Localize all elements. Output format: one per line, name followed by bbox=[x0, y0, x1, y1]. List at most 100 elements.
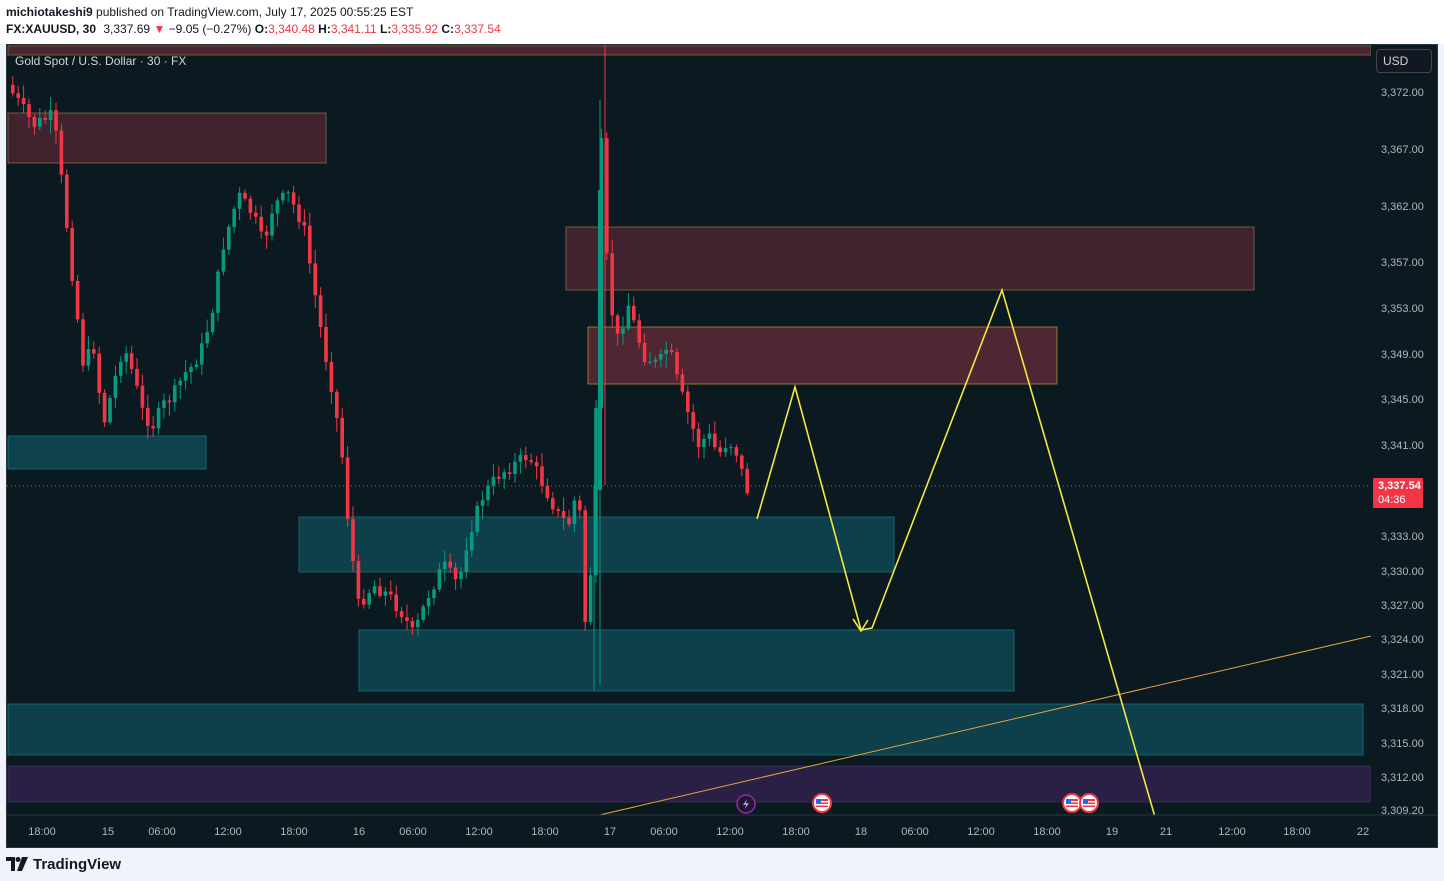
candle-body bbox=[335, 391, 339, 418]
time-axis-label: 21 bbox=[1160, 826, 1172, 838]
time-axis[interactable]: 18:00 15 06:00 12:00 18:00 16 06:00 12:00 18:00 1… bbox=[7, 814, 1438, 848]
time-axis-label: 17 bbox=[604, 826, 616, 838]
candle-body bbox=[615, 315, 620, 334]
current-price-badge: 3,337.54 04:36 bbox=[1373, 478, 1423, 508]
candle-body bbox=[189, 366, 193, 373]
candle-body bbox=[362, 598, 366, 605]
candle-body bbox=[167, 400, 172, 403]
candle-body bbox=[578, 500, 582, 511]
time-axis-label: 12:00 bbox=[214, 826, 242, 838]
price-axis-label: 3,324.00 bbox=[1381, 634, 1424, 646]
candle-body bbox=[318, 295, 323, 328]
candle-body bbox=[691, 411, 695, 429]
price-axis-label: 3,357.00 bbox=[1381, 257, 1424, 269]
candle-body bbox=[588, 575, 593, 622]
tradingview-logo[interactable]: TradingView bbox=[6, 852, 121, 876]
candle-body bbox=[497, 476, 501, 479]
time-axis-label: 19 bbox=[1106, 826, 1118, 838]
candle-body bbox=[518, 455, 523, 462]
candle-body bbox=[653, 359, 658, 362]
supply-zone[interactable] bbox=[7, 45, 1372, 56]
us-flag-icon[interactable] bbox=[1079, 793, 1099, 813]
candle-body bbox=[248, 198, 253, 213]
candle-body bbox=[437, 569, 442, 590]
chart-canvas[interactable]: 3,372.00 3,367.00 3,362.00 3,357.00 3,353.00… bbox=[7, 45, 1438, 848]
candle-body bbox=[70, 228, 74, 281]
candle-body bbox=[621, 328, 625, 334]
us-flag-icon[interactable] bbox=[812, 793, 832, 813]
price-axis-label: 3,321.00 bbox=[1381, 669, 1424, 681]
candle-body bbox=[340, 417, 344, 458]
price-axis-label: 3,341.00 bbox=[1381, 440, 1424, 452]
price-axis-label: 3,312.00 bbox=[1381, 772, 1424, 784]
candle-body bbox=[675, 352, 679, 375]
brand-name: TradingView bbox=[33, 855, 122, 873]
candle-body bbox=[232, 208, 236, 227]
candle-body bbox=[227, 226, 231, 250]
candle-body bbox=[324, 327, 328, 363]
candle-body bbox=[680, 374, 685, 392]
candle-body bbox=[389, 591, 393, 595]
time-axis-label: 22 bbox=[1357, 826, 1369, 838]
demand-zone[interactable] bbox=[7, 435, 207, 470]
candle-body bbox=[86, 349, 91, 366]
candle-body bbox=[108, 397, 112, 423]
candle-body bbox=[135, 368, 139, 386]
chart-area[interactable]: 3,372.00 3,367.00 3,362.00 3,357.00 3,353.00… bbox=[6, 44, 1438, 848]
candle-body bbox=[448, 561, 452, 568]
candle-body bbox=[453, 567, 458, 580]
candle-body bbox=[313, 263, 317, 296]
candle-body bbox=[399, 611, 404, 618]
demand-zone[interactable] bbox=[358, 629, 1015, 692]
close-label: C: bbox=[441, 22, 455, 36]
candle-body bbox=[178, 380, 182, 386]
time-axis-label: 16 bbox=[353, 826, 365, 838]
time-axis-label: 12:00 bbox=[716, 826, 744, 838]
lightning-icon[interactable] bbox=[736, 794, 756, 814]
candle-body bbox=[237, 192, 242, 209]
candle-body bbox=[529, 460, 533, 463]
candle-body bbox=[507, 472, 512, 474]
candle-body bbox=[16, 93, 20, 99]
candle-body bbox=[659, 353, 663, 360]
candle-body bbox=[686, 391, 690, 412]
publish-header: michiotakeshi9 published on TradingView.… bbox=[0, 0, 1444, 44]
supply-zone[interactable] bbox=[587, 326, 1058, 385]
candle-body bbox=[119, 361, 123, 376]
purple-zone[interactable] bbox=[7, 765, 1372, 803]
candle-body bbox=[745, 468, 749, 494]
us-flag-icon[interactable] bbox=[1062, 793, 1082, 813]
demand-zone[interactable] bbox=[7, 703, 1364, 756]
publish-info: michiotakeshi9 published on TradingView.… bbox=[6, 5, 413, 19]
price-axis[interactable]: 3,372.00 3,367.00 3,362.00 3,357.00 3,353.00… bbox=[1371, 45, 1438, 848]
candle-body bbox=[702, 438, 706, 448]
currency-button[interactable]: USD bbox=[1376, 49, 1432, 73]
candle-body bbox=[102, 392, 107, 423]
time-axis-label: 18:00 bbox=[28, 826, 56, 838]
price-axis-label: 3,330.00 bbox=[1381, 566, 1424, 578]
candle-body bbox=[524, 455, 528, 461]
candle-body bbox=[491, 476, 496, 486]
supply-zone[interactable] bbox=[565, 226, 1255, 291]
candle-body bbox=[286, 192, 290, 194]
candle-body bbox=[598, 190, 602, 490]
candle-body bbox=[637, 320, 641, 343]
candle-body bbox=[394, 594, 398, 612]
candle-body bbox=[367, 593, 371, 605]
candle-body bbox=[162, 400, 166, 408]
author-name[interactable]: michiotakeshi9 bbox=[6, 5, 93, 19]
candle-body bbox=[291, 192, 296, 205]
candle-body bbox=[146, 407, 150, 426]
open-value: 3,340.48 bbox=[268, 22, 315, 36]
price-axis-label: 3,353.00 bbox=[1381, 303, 1424, 315]
time-axis-label: 18:00 bbox=[280, 826, 308, 838]
candle-body bbox=[480, 500, 485, 506]
candle-body bbox=[92, 349, 96, 354]
tradingview-logo-icon bbox=[6, 857, 28, 871]
time-axis-label: 06:00 bbox=[650, 826, 678, 838]
candle-body bbox=[734, 447, 739, 456]
time-axis-label: 18:00 bbox=[531, 826, 559, 838]
candle-body bbox=[464, 550, 469, 572]
candle-body bbox=[264, 231, 269, 236]
candle-body bbox=[97, 353, 101, 393]
